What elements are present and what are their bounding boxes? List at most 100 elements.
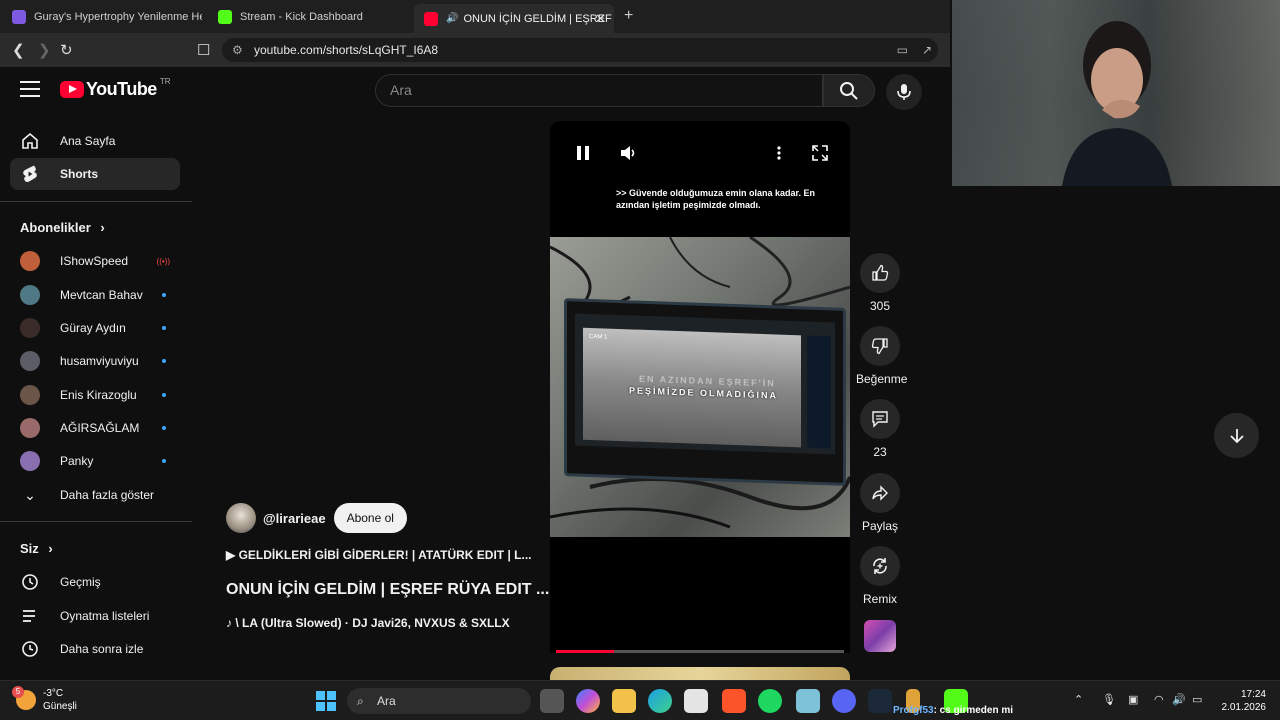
cast-icon[interactable]: ▭ [897,38,908,62]
clock-date: 2.01.2026 [1221,702,1267,713]
site-info-icon[interactable]: ⚙ [232,38,243,62]
progress-bar[interactable] [556,650,844,653]
channel-name[interactable]: @lirarieae [263,511,326,526]
subscription-agirsaglam[interactable]: AĞIRSAĞLAM [20,416,180,440]
subscription-guray[interactable]: Güray Aydın [20,316,180,340]
clock-time: 17:24 [1240,689,1266,700]
tray-app-icon[interactable]: ▣ [1128,693,1138,706]
store-icon[interactable] [684,689,708,713]
divider [0,201,192,202]
subscription-husam[interactable]: husamviyuviyu [20,349,180,373]
sidebar-item-playlists[interactable]: Oynatma listeleri [10,600,180,632]
tab-kick[interactable]: Stream - Kick Dashboard [208,4,408,30]
tab-youtube-active[interactable]: 🔊 ONUN İÇİN GELDİM | EŞREF R ✕ [414,4,614,33]
tab-label: Stream - Kick Dashboard [240,11,363,23]
search-button[interactable] [823,74,875,107]
youtube-logo[interactable]: YouTube TR [60,77,171,100]
chevron-up-icon[interactable]: ⌃ [1074,693,1083,706]
short-description[interactable]: ▶ GELDİKLERİ GİBİ GİDERLER! | ATATÜRK ED… [226,548,532,562]
sidebar-item-label: Geçmiş [60,575,101,589]
search-input[interactable]: Ara [375,74,823,107]
copilot-icon[interactable] [576,689,600,713]
new-tab-button[interactable]: + [624,7,633,25]
chat-message: : cs girmeden mi [933,705,1014,716]
next-video-button[interactable] [1214,413,1259,458]
subscription-panky[interactable]: Panky [20,449,180,473]
thumbs-up-icon [860,253,900,293]
subscription-label: Enis Kirazoglu [60,388,137,402]
you-heading[interactable]: Siz › [20,541,53,556]
brave-icon[interactable] [722,689,746,713]
fullscreen-icon[interactable] [812,145,828,161]
system-clock[interactable]: 17:24 2.01.2026 [1210,688,1267,714]
sidebar-item-watch-later[interactable]: Daha sonra izle [10,633,180,665]
short-title[interactable]: ONUN İÇİN GELDİM | EŞREF RÜYA EDIT ... [226,581,549,599]
file-explorer-icon[interactable] [612,689,636,713]
discord-icon[interactable] [832,689,856,713]
show-more-button[interactable]: ⌄ Daha fazla göster [20,483,180,507]
subscriptions-heading[interactable]: Abonelikler › [20,220,105,235]
spotify-icon[interactable] [758,689,782,713]
reload-icon[interactable]: ↻ [60,41,73,59]
subscribe-button[interactable]: Abone ol [333,503,407,533]
more-options-icon[interactable] [776,145,782,161]
windows-start-icon[interactable] [314,689,338,713]
remix-button[interactable]: Remix [856,546,904,606]
app-icon[interactable] [796,689,820,713]
weather-widget[interactable]: 5 -3°C Güneşli [12,686,77,713]
steam-icon[interactable] [868,689,892,713]
subscription-enis[interactable]: Enis Kirazoglu [20,383,180,407]
subscription-label: Güray Aydın [60,321,126,335]
taskbar-search[interactable]: ⌕ Ara [347,688,531,714]
sound-thumbnail[interactable] [864,620,896,652]
next-short-thumbnail[interactable] [550,667,850,680]
share-icon [860,473,900,513]
shorts-player[interactable]: >> Güvende olduğumuza emin olana kadar. … [550,121,850,653]
bookmark-icon[interactable]: ☐ [197,41,210,59]
forward-icon[interactable]: ❯ [38,41,51,59]
dislike-button[interactable]: Beğenme [856,326,907,386]
sidebar-item-home[interactable]: Ana Sayfa [10,125,180,157]
hamburger-menu-icon[interactable] [20,81,40,97]
tab-hypertrophy[interactable]: Guray's Hypertrophy Yenilenme Hedef [2,4,202,30]
battery-icon[interactable]: ▭ [1192,693,1202,706]
avatar [20,451,40,471]
share-page-icon[interactable]: ↗ [922,38,932,62]
progress-fill [556,650,614,653]
clock-icon [20,639,40,659]
new-content-dot [162,326,166,330]
volume-icon[interactable] [620,145,638,161]
show-more-label: Daha fazla göster [60,488,155,502]
url-text: youtube.com/shorts/sLqGHT_I6A8 [254,43,439,57]
music-credit[interactable]: ♪ \ LA (Ultra Slowed) · DJ Javi26, NVXUS… [226,616,510,630]
like-count: 305 [869,299,891,313]
wifi-icon[interactable]: ◠ [1154,693,1164,706]
task-view-icon[interactable] [540,689,564,713]
youtube-play-icon [60,81,84,98]
back-icon[interactable]: ❮ [12,41,25,59]
avatar [20,351,40,371]
pause-icon[interactable] [576,145,590,161]
like-button[interactable]: 305 [856,253,904,313]
edge-icon[interactable] [648,689,672,713]
comments-button[interactable]: 23 [856,399,904,459]
subscription-mevtcan[interactable]: Mevtcan Bahav [20,283,180,307]
remix-icon [860,546,900,586]
speaker-tray-icon[interactable]: 🔊 [1172,693,1186,706]
close-tab-icon[interactable]: ✕ [595,11,606,27]
windows-taskbar: 5 -3°C Güneşli ⌕ Ara Profgf53: cs girmed… [0,680,1280,720]
sidebar-item-shorts[interactable]: Shorts [10,158,180,190]
search-icon: ⌕ [357,694,364,708]
chevron-right-icon: › [48,541,53,556]
microphone-icon [897,84,911,100]
channel-avatar[interactable] [226,503,256,533]
voice-search-button[interactable] [886,74,922,110]
monitor: CAM 1 EN AZINDAN EŞREF'İN PEŞİMİZDE OLMA… [564,298,846,486]
subscription-ishowspeed[interactable]: IShowSpeed ((•)) [20,249,180,273]
url-field[interactable]: ⚙ youtube.com/shorts/sLqGHT_I6A8 ▭ ↗ [222,38,938,62]
share-label: Paylaş [861,519,899,533]
share-button[interactable]: Paylaş [856,473,904,533]
shorts-icon [20,164,40,184]
sidebar-item-history[interactable]: Geçmiş [10,566,180,598]
microphone-tray-icon[interactable]: 🎙 [1102,693,1116,706]
